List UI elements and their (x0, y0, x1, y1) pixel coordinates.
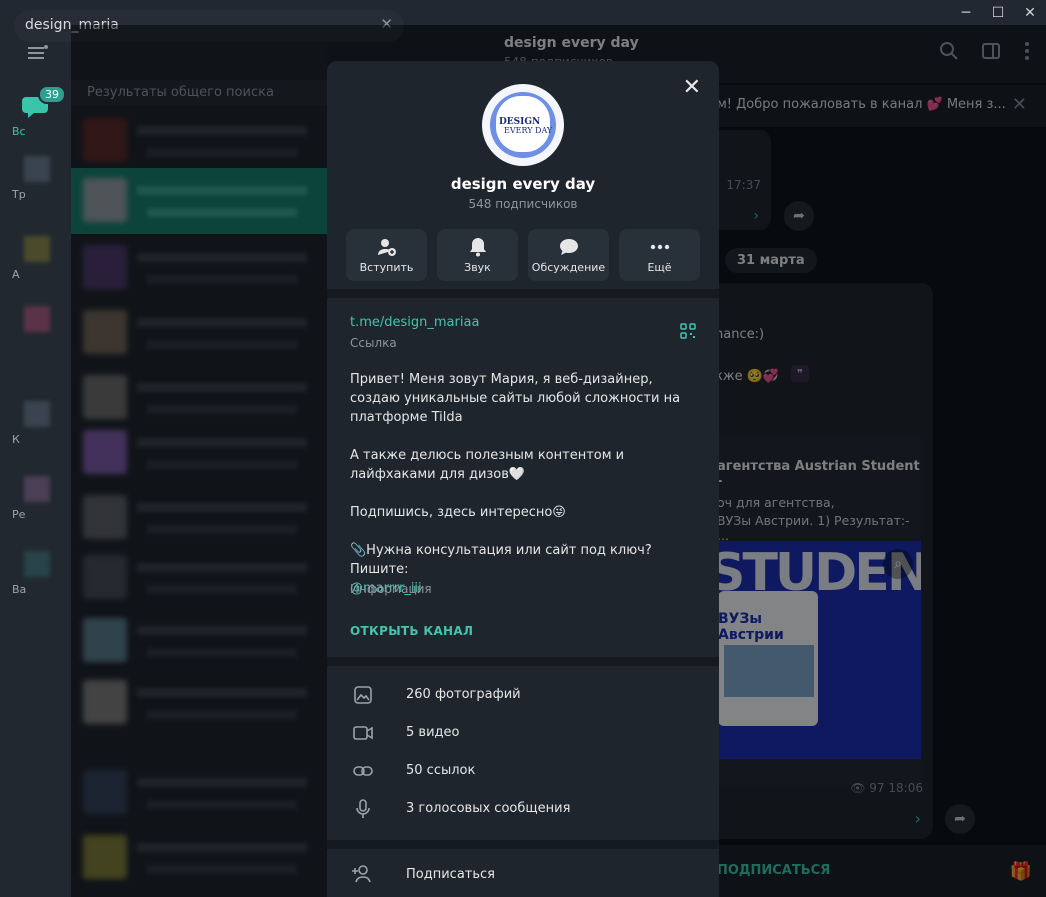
user-add-icon (377, 237, 397, 257)
folder-3[interactable]: А (10, 230, 64, 286)
subscriber-count: 548 подписчиков (468, 197, 578, 211)
hamburger-menu-icon[interactable] (28, 45, 48, 61)
link-icon (353, 766, 373, 776)
telegram-window: ─ ☐ ✕ Вс 39 Тр А К Ре Ва Результаты обще… (0, 0, 1046, 897)
channel-link[interactable]: t.me/design_mariaa (350, 315, 479, 330)
folder-icon (24, 551, 50, 577)
section-divider (327, 657, 719, 666)
photo-icon (354, 686, 372, 704)
folder-icon (24, 476, 50, 502)
user-add-icon (352, 865, 371, 883)
microphone-icon (356, 799, 370, 818)
media-links-row[interactable]: 50 ссылок (327, 753, 719, 791)
description-paragraph: Подпишись, здесь интересно😜 (350, 505, 566, 520)
folder-label: К (12, 433, 20, 446)
open-channel-button[interactable]: ОТКРЫТЬ КАНАЛ (350, 624, 473, 638)
channel-actions: Вступить Звук Обсуждение Ещё (346, 229, 700, 281)
folder-4[interactable] (10, 300, 64, 356)
video-icon (353, 726, 373, 740)
qr-code-icon[interactable] (680, 323, 696, 339)
media-count-label: 5 видео (406, 725, 460, 740)
more-button[interactable]: Ещё (619, 229, 700, 281)
media-count-label: 3 голосовых сообщения (406, 801, 571, 816)
folder-label: Ва (12, 583, 27, 596)
channel-description: Привет! Меня зовут Мария, я веб-дизайнер… (350, 370, 695, 598)
more-icon (650, 237, 670, 257)
discussion-label: Обсуждение (531, 260, 606, 274)
channel-avatar[interactable]: DESIGN EVERY DAY (482, 84, 564, 166)
minimize-button[interactable]: ─ (950, 0, 982, 25)
subscribe-row[interactable]: Подписаться (327, 856, 719, 894)
more-label: Ещё (647, 260, 672, 274)
media-photos-row[interactable]: 260 фотографий (327, 677, 719, 715)
description-paragraph: А также делюсь полезным контентом и лайф… (350, 448, 625, 482)
unread-badge: 39 (38, 85, 66, 104)
media-videos-row[interactable]: 5 видео (327, 715, 719, 753)
info-label: Информация (350, 582, 432, 596)
folder-label: Ре (12, 508, 26, 521)
description-paragraph: Привет! Меня зовут Мария, я веб-дизайнер… (350, 372, 681, 425)
subscribe-label: Подписаться (406, 867, 495, 882)
folder-rail: Вс 39 Тр А К Ре Ва (0, 25, 71, 897)
join-button[interactable]: Вступить (346, 229, 427, 281)
close-panel-button[interactable]: ✕ (683, 77, 701, 99)
channel-name: design every day (450, 175, 596, 193)
folder-label: Вс (12, 125, 26, 138)
folder-icon (24, 401, 50, 427)
section-divider (327, 289, 719, 298)
sound-button[interactable]: Звук (437, 229, 518, 281)
folder-label: Тр (12, 188, 26, 201)
maximize-button[interactable]: ☐ (982, 0, 1014, 25)
folder-icon (24, 236, 50, 262)
folder-2[interactable]: Тр (10, 150, 64, 206)
folder-label: А (12, 268, 20, 281)
folder-6[interactable]: Ре (10, 470, 64, 526)
section-divider (327, 840, 719, 849)
media-voice-row[interactable]: 3 голосовых сообщения (327, 791, 719, 829)
sound-label: Звук (464, 260, 491, 274)
channel-info-panel: ✕ DESIGN EVERY DAY design every day 548 … (327, 61, 719, 897)
description-paragraph: 📎Нужна консультация или сайт под ключ? П… (350, 543, 652, 577)
folder-icon (24, 306, 50, 332)
discussion-button[interactable]: Обсуждение (528, 229, 609, 281)
join-label: Вступить (359, 260, 414, 274)
folder-icon (24, 156, 50, 182)
media-count-label: 50 ссылок (406, 763, 476, 778)
avatar-text: EVERY DAY (504, 126, 553, 135)
folder-5[interactable]: К (10, 395, 64, 451)
link-label: Ссылка (350, 336, 397, 350)
media-count-label: 260 фотографий (406, 687, 521, 702)
chat-bubble-icon (559, 237, 579, 257)
close-window-button[interactable]: ✕ (1014, 0, 1046, 25)
folder-7[interactable]: Ва (10, 545, 64, 601)
bell-icon (469, 237, 487, 257)
